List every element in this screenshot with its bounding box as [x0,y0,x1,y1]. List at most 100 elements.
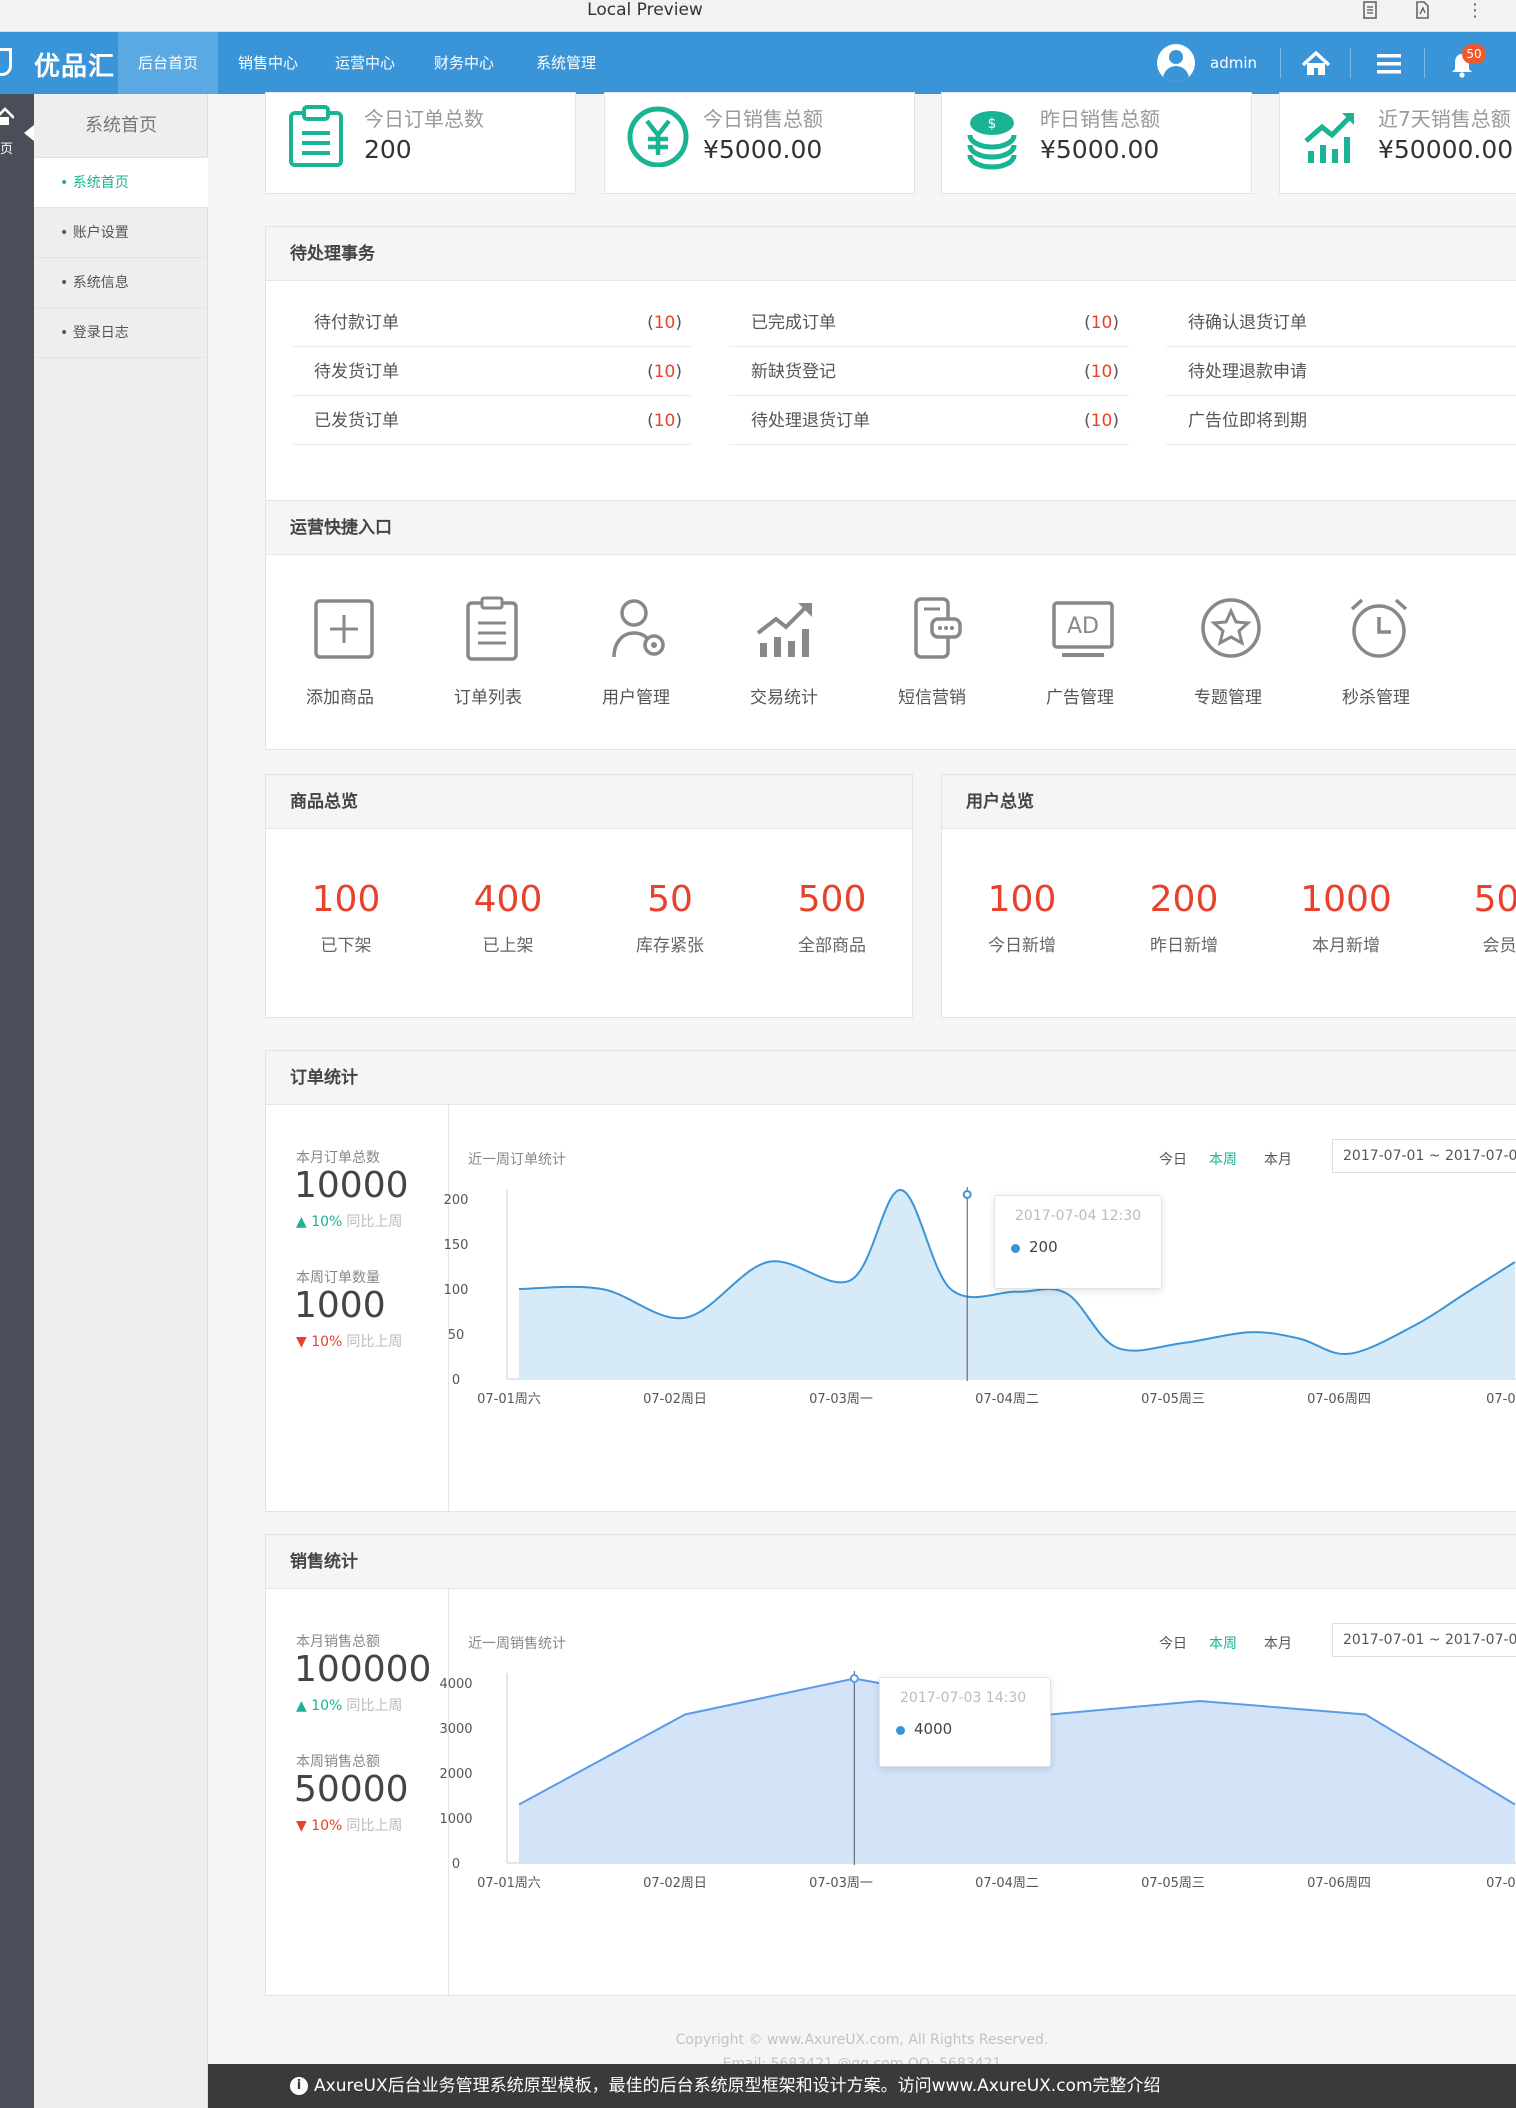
goods-stat-label: 全部商品 [798,936,866,956]
kpi-value: 50000 [294,1769,409,1810]
pdf-icon[interactable] [1410,0,1434,22]
todo-count: (10) [647,411,682,431]
todo-item[interactable]: 新缺货登记 (10) [729,348,1129,396]
sidebar-item-system-info[interactable]: • 系统信息 [34,258,208,308]
todo-item[interactable]: 已完成订单 (10) [729,299,1129,347]
sidebar-item-login-log[interactable]: • 登录日志 [34,308,208,358]
chart-tooltip: 2017-07-03 14:30 4000 [879,1677,1051,1767]
date-range-input[interactable]: 2017-07-01 ~ 2017-07-07 [1332,1139,1516,1173]
range-today-button[interactable]: 今日 [1159,1149,1187,1169]
todo-item[interactable]: 待发货订单 (10) [292,348,692,396]
sales-stats-title: 销售统计 [266,1535,1516,1589]
reader-icon[interactable] [1358,0,1382,22]
window-title: Local Preview [587,0,703,20]
quick-label: 专题管理 [1194,688,1262,708]
user-stat-value: 1000 [1300,879,1392,920]
date-range-input[interactable]: 2017-07-01 ~ 2017-07-07 [1332,1623,1516,1657]
range-week-button[interactable]: 本周 [1209,1149,1237,1169]
menu-icon[interactable] [1372,32,1408,94]
coins-icon: $ [962,101,1022,170]
nav-item-sales[interactable]: 销售中心 [218,32,318,94]
x-tick-label: 07-02周日 [643,1876,707,1891]
x-tick-label: 07-02周日 [643,1392,707,1407]
goods-overview-title: 商品总览 [266,775,912,829]
trend-up-arrow-icon: ▲ [296,1214,307,1230]
range-today-button[interactable]: 今日 [1159,1633,1187,1653]
range-week-button[interactable]: 本周 [1209,1633,1237,1653]
quick-label: 秒杀管理 [1342,688,1410,708]
kpi-label: 本月订单总数 [296,1150,380,1166]
svg-text:AD: AD [1067,614,1099,639]
brand[interactable]: 优品汇 [0,32,118,94]
tooltip-dot [896,1726,905,1735]
x-tick-label: 07-04周二 [975,1392,1039,1407]
todo-item[interactable]: 待确认退货订单 [1166,299,1516,347]
nav-item-operations[interactable]: 运营中心 [318,32,412,94]
nav-item-home[interactable]: 后台首页 [118,32,218,94]
nav-item-finance[interactable]: 财务中心 [412,32,516,94]
goods-overview-panel: 商品总览 100 已下架 400 已上架 50 库存紧张 500 全部商品 [265,774,913,1018]
x-tick-label: 07-06周四 [1307,1392,1371,1407]
todo-item[interactable]: 待付款订单 (10) [292,299,692,347]
nav-item-system[interactable]: 系统管理 [516,32,616,94]
kpi-trend: ▲ 10% 同比上周 [296,1698,403,1714]
todo-label: 待发货订单 [314,362,399,382]
todo-label: 待付款订单 [314,313,399,333]
kpi-value: 1000 [294,1285,386,1326]
kpi-trend: ▼ 10% 同比上周 [296,1334,403,1350]
tooltip-value: 200 [1029,1238,1058,1256]
kpi-label: 本月销售总额 [296,1634,380,1650]
sidebar: 系统首页 • 系统首页 • 账户设置 • 系统信息 • 登录日志 [34,94,208,2108]
stat-card-sales-week[interactable]: 近7天销售总额 ¥50000.00 [1279,92,1516,194]
todo-item[interactable]: 已发货订单 (10) [292,397,692,445]
x-tick-label: 07-01周六 [477,1392,541,1407]
sidebar-item-dashboard[interactable]: • 系统首页 [34,158,208,208]
home-rail-icon[interactable] [0,106,15,132]
stat-card-orders-today[interactable]: 今日订单总数 200 [265,92,576,194]
quick-label: 广告管理 [1046,688,1114,708]
trend-down-arrow-icon: ▼ [296,1818,307,1834]
user-stat-value: 200 [1149,879,1219,920]
ad-monitor-icon: AD [1050,595,1116,661]
brand-name: 优品汇 [34,52,116,82]
user-stat-label: 今日新增 [988,936,1056,956]
sales-stats-panel: 销售统计 本月销售总额 100000 ▲ 10% 同比上周 本周销售总额 5000… [265,1534,1516,1996]
todo-item[interactable]: 广告位即将到期 [1166,397,1516,445]
kpi-trend: ▲ 10% 同比上周 [296,1214,403,1230]
stat-card-sales-today[interactable]: 今日销售总额 ¥5000.00 [604,92,915,194]
tooltip-dot [1011,1244,1020,1253]
chart-title: 近一周订单统计 [468,1152,566,1168]
stat-label: 昨日销售总额 [1040,107,1160,131]
user-avatar[interactable] [1157,44,1195,82]
kpi-trend: ▼ 10% 同比上周 [296,1818,403,1834]
range-month-button[interactable]: 本月 [1264,1149,1292,1169]
phone-chat-icon [902,595,968,661]
order-chart[interactable]: 0 50 100 150 200 07-01周六 07-02周日 07-03周一 07-04周二… [406,1171,1516,1511]
todo-title: 待处理事务 [266,227,1516,281]
sidebar-item-account[interactable]: • 账户设置 [34,208,208,258]
footer-banner-text[interactable]: AxureUX后台业务管理系统原型模板，最佳的后台系统原型框架和设计方案。访问w… [314,2064,1161,2108]
todo-label: 已完成订单 [751,313,836,333]
todo-item[interactable]: 待处理退货订单 (10) [729,397,1129,445]
user-name[interactable]: admin [1210,32,1257,94]
trend-up-arrow-icon: ▲ [296,1698,307,1714]
alarm-clock-icon [1346,595,1412,661]
todo-item[interactable]: 待处理退款申请 [1166,348,1516,396]
order-list-icon [458,595,524,661]
todo-label: 已发货订单 [314,411,399,431]
user-stat-label: 会员总 [1482,936,1516,956]
home-icon[interactable] [1298,32,1334,94]
stat-label: 今日销售总额 [703,107,823,131]
star-circle-icon [1198,595,1264,661]
stat-card-sales-yesterday[interactable]: $ 昨日销售总额 ¥5000.00 [941,92,1252,194]
trend-up-icon [1300,101,1360,163]
y-tick-label: 2000 [439,1767,472,1782]
quick-label: 交易统计 [750,688,818,708]
left-rail-label: 页 [0,142,14,157]
more-vertical-icon[interactable]: ⋮ [1463,0,1487,22]
add-square-icon [310,595,376,661]
range-month-button[interactable]: 本月 [1264,1633,1292,1653]
kpi-value: 10000 [294,1165,409,1206]
window-titlebar: Local Preview ⋮ [0,0,1516,32]
x-tick-label: 07-06周四 [1307,1876,1371,1891]
